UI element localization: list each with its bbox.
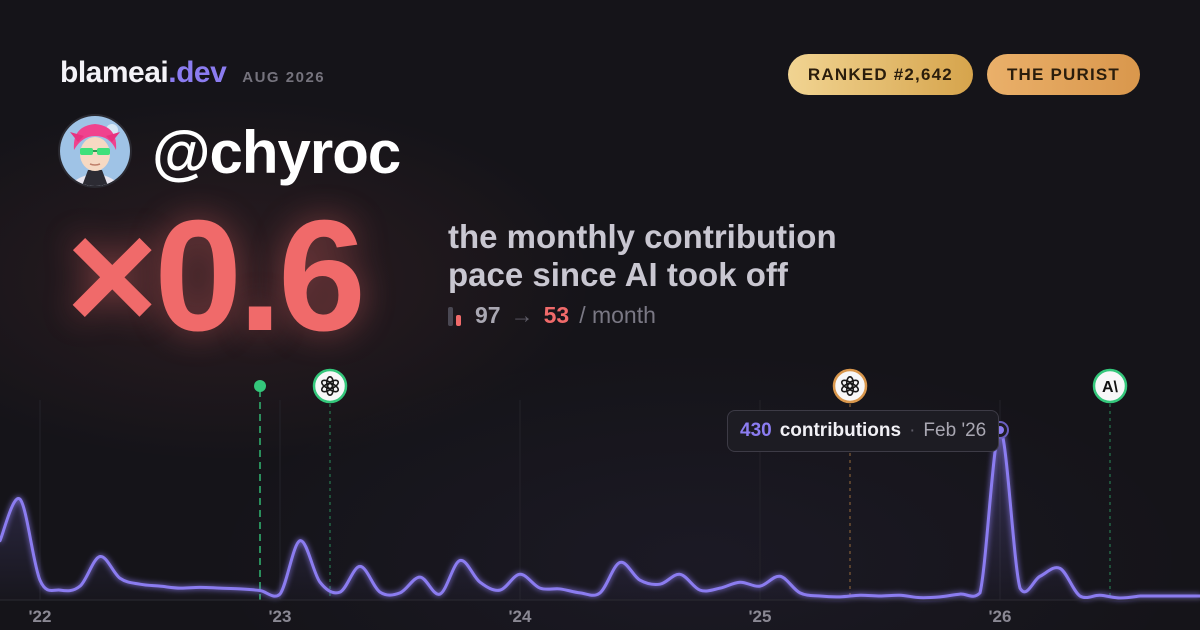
peak-tooltip: 430 contributions · Feb '26	[727, 410, 1000, 452]
tooltip-separator: ·	[909, 420, 916, 441]
tooltip-value: 430	[740, 420, 772, 441]
contribution-area	[0, 429, 1200, 600]
description-line-2: pace since AI took off	[448, 256, 788, 293]
badge-group: RANKED #2,642 THE PURIST	[787, 54, 1140, 95]
contribution-series-line	[0, 428, 1200, 600]
brand-name: blameai	[60, 56, 169, 89]
pace-before-value: 97	[475, 302, 501, 328]
x-tick-label: '24	[509, 607, 532, 626]
milestone-icons[interactable]: A\	[254, 368, 1128, 404]
pace-comparison: 97 → 53 / month	[448, 302, 656, 329]
rank-badge: RANKED #2,642	[787, 54, 973, 95]
contribution-chart[interactable]: '22 '23 '24 '25 '26 A\	[0, 360, 1200, 630]
mini-bars-icon	[448, 306, 461, 326]
openai-icon-badge	[832, 368, 868, 404]
x-axis-ticks: '22 '23 '24 '25 '26	[29, 607, 1012, 626]
pace-unit: / month	[579, 302, 656, 328]
tooltip-label: contributions	[779, 420, 902, 441]
pace-arrow: →	[510, 302, 534, 328]
brand-tld: .dev	[168, 56, 227, 89]
anthropic-icon: A\	[1102, 379, 1119, 396]
description-line-1: the monthly contribution	[448, 218, 837, 255]
x-tick-label: '26	[989, 607, 1012, 626]
user-handle: @chyroc	[152, 119, 401, 186]
brand-logo[interactable]: blameai .dev AUG 2026	[60, 56, 325, 90]
pace-multiplier: ×0.6	[66, 188, 366, 364]
avatar-image	[60, 116, 130, 186]
pace-description: the monthly contribution pace since AI t…	[448, 218, 878, 294]
x-tick-label: '23	[269, 607, 292, 626]
green-dot-icon	[254, 380, 266, 392]
openai-icon-badge	[312, 368, 348, 404]
title-badge: THE PURIST	[986, 54, 1140, 95]
report-period: AUG 2026	[242, 69, 326, 86]
x-tick-label: '25	[749, 607, 772, 626]
avatar[interactable]	[60, 116, 130, 186]
x-tick-label: '22	[29, 607, 52, 626]
pace-after-value: 53	[543, 302, 570, 328]
tooltip-date: Feb '26	[923, 420, 987, 441]
